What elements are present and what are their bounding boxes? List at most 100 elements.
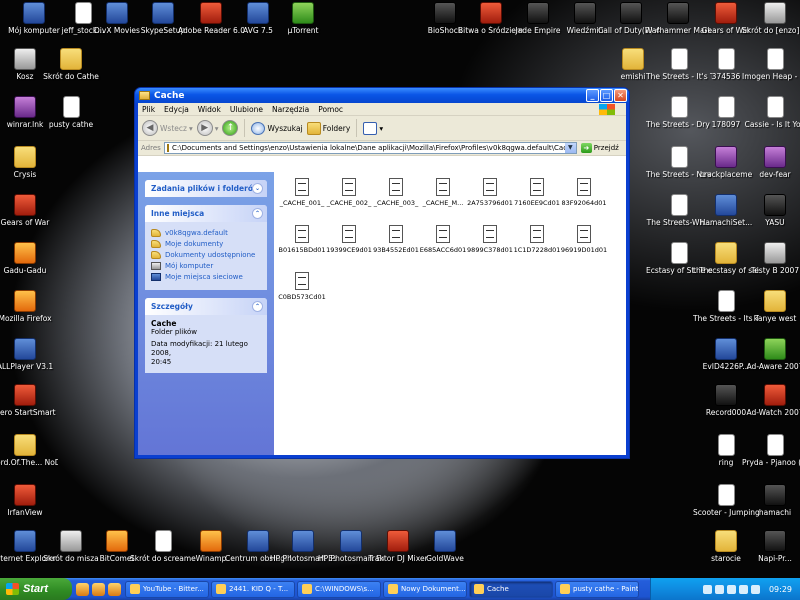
desktop-icon[interactable]: Crysis [0, 146, 58, 179]
desktop-icon[interactable]: Cassie - Is It You [742, 96, 800, 129]
chevron-up-icon[interactable]: ⌃ [252, 208, 263, 219]
app-icon [764, 384, 786, 406]
desktop-icon[interactable]: Imogen Heap - Hide and Se... [742, 48, 800, 81]
file-item[interactable]: _CACHE_001_ [278, 178, 326, 207]
place-link-shared-documents[interactable]: Dokumenty udostępnione [151, 251, 261, 259]
desktop-icon[interactable]: dev-fear [742, 146, 800, 179]
file-list: _CACHE_001_ _CACHE_002_ _CACHE_003_ _CACHE_… [274, 172, 626, 455]
forward-button[interactable]: ▶ ▾ [196, 120, 218, 136]
taskbar-task[interactable]: Nowy Dokument... [383, 580, 467, 598]
taskbar-task[interactable]: YouTube - Bitter... [125, 580, 209, 598]
menu-favorites[interactable]: Ulubione [230, 105, 263, 114]
tray-icon[interactable] [702, 584, 712, 594]
desktop-icon[interactable]: Mozilla Firefox [0, 290, 58, 323]
menu-edit[interactable]: Edycja [164, 105, 189, 114]
start-button[interactable]: Start [0, 578, 72, 600]
place-link-profile[interactable]: v0k8qgwa.default [151, 229, 261, 237]
file-item[interactable]: C0BD573Cd01 [278, 272, 326, 301]
minimize-button[interactable]: _ [586, 89, 599, 102]
file-item[interactable]: _CACHE_M... [419, 178, 467, 207]
window-titlebar[interactable]: Cache _ □ ✕ [135, 88, 629, 103]
tray-icon[interactable] [738, 584, 748, 594]
taskbar-task[interactable]: pusty cathe - Paint [555, 580, 639, 598]
file-item[interactable]: 1C1D7228d01 [513, 225, 561, 254]
maximize-button[interactable]: □ [600, 89, 613, 102]
quick-launch-icon[interactable] [108, 582, 121, 596]
desktop-icon[interactable]: Skrót do Cathe [38, 48, 104, 81]
desktop-icon[interactable]: hamachi [742, 484, 800, 517]
file-icon [436, 178, 450, 196]
search-button[interactable]: Wyszukaj [251, 121, 303, 135]
explorer-window[interactable]: Cache _ □ ✕ Plik Edycja Widok Ulubione N… [134, 87, 630, 459]
place-link-my-computer[interactable]: Mój komputer [151, 262, 261, 270]
task-app-icon [388, 584, 398, 594]
desktop-icon[interactable]: The Streets - Its Too Late... [693, 290, 759, 323]
taskbar-task[interactable]: 2441. KID Q - T... [211, 580, 295, 598]
address-dropdown-icon[interactable]: ▼ [564, 143, 576, 153]
file-item[interactable]: 83F92064d01 [560, 178, 608, 207]
places-panel-header[interactable]: Inne miejsca ⌃ [145, 205, 267, 222]
desktop-icon[interactable]: Napi-Pr... [742, 530, 800, 563]
tasks-panel-header[interactable]: Zadania plików i folderów ⌄ [145, 180, 267, 197]
views-button[interactable]: ▾ [363, 121, 383, 135]
app-icon [434, 2, 456, 24]
close-button[interactable]: ✕ [614, 89, 627, 102]
address-input[interactable]: C:\Documents and Settings\enzo\Ustawieni… [163, 142, 577, 154]
place-link-label: Mój komputer [165, 262, 214, 270]
tray-icon[interactable] [714, 584, 724, 594]
document-icon [670, 194, 688, 216]
network-icon [151, 273, 161, 281]
desktop-icon[interactable]: Ad-Watch 2007 [742, 384, 800, 417]
file-item[interactable]: 7160EE9Cd01 [513, 178, 561, 207]
quick-launch-icon[interactable] [92, 582, 105, 596]
file-item[interactable]: 19399CE9d01 [325, 225, 373, 254]
file-item[interactable]: 93B4552Ed01 [372, 225, 420, 254]
file-item[interactable]: _CACHE_002_ [325, 178, 373, 207]
file-item[interactable]: 9899C378d01 [466, 225, 514, 254]
place-link-network-places[interactable]: Moje miejsca sieciowe [151, 273, 261, 281]
menu-help[interactable]: Pomoc [318, 105, 343, 114]
desktop-icon[interactable]: Gears of War [0, 194, 58, 227]
desktop-icon[interactable]: Gadu-Gadu [0, 242, 58, 275]
desktop-icon[interactable]: YASU [742, 194, 800, 227]
file-item[interactable]: _CACHE_003_ [372, 178, 420, 207]
file-name: _CACHE_002_ [326, 199, 372, 207]
place-link-my-documents[interactable]: Moje dokumenty [151, 240, 261, 248]
explorer-body: Zadania plików i folderów ⌄ Inne miejsca… [138, 172, 626, 455]
menu-tools[interactable]: Narzędzia [272, 105, 309, 114]
folder-icon [151, 240, 161, 248]
desktop-icon[interactable]: IrfanView [0, 484, 58, 517]
desktop-icon[interactable]: Lord.Of.The... NoDVD-Crack [0, 434, 58, 467]
file-item[interactable]: E685ACC6d01 [419, 225, 467, 254]
file-item[interactable]: 2A753796d01 [466, 178, 514, 207]
chevron-down-icon[interactable]: ⌄ [252, 183, 263, 194]
tray-icon[interactable] [726, 584, 736, 594]
taskbar-task[interactable]: C:\WINDOWS\s... [297, 580, 381, 598]
details-panel-header[interactable]: Szczegóły ⌃ [145, 298, 267, 315]
desktop-icon[interactable]: ALLPlayer V3.1 [0, 338, 58, 371]
desktop-icon[interactable]: Skrót do [enzo] (D) [742, 2, 800, 35]
menu-view[interactable]: Widok [198, 105, 221, 114]
tray-icon[interactable] [750, 584, 760, 594]
quick-launch-icon[interactable] [76, 582, 89, 596]
file-item[interactable]: 96919D01d01 [560, 225, 608, 254]
desktop-icon[interactable]: Testy B 2007 [742, 242, 800, 275]
desktop-icon[interactable]: µTorrent [270, 2, 336, 35]
menu-file[interactable]: Plik [142, 105, 155, 114]
up-folder-button[interactable]: ↑ [222, 120, 239, 136]
file-item[interactable]: B01615BDd01 [278, 225, 326, 254]
app-icon [14, 242, 36, 264]
quick-launch [72, 582, 125, 596]
desktop-icon[interactable]: Ad-Aware 2007 [742, 338, 800, 371]
desktop-icon[interactable]: Pryda - Pjanoo (Tibo D Thir... [742, 434, 800, 467]
folders-button[interactable]: Foldery [306, 121, 350, 135]
folder-icon [622, 48, 644, 70]
back-button[interactable]: ◀ Wstecz ▾ [142, 120, 193, 136]
desktop-icon[interactable]: GoldWave [412, 530, 478, 563]
desktop-icon[interactable]: pusty cathe [38, 96, 104, 129]
folder-icon [14, 146, 36, 168]
go-button[interactable]: ➜ Przejdź [580, 143, 619, 153]
chevron-up-icon[interactable]: ⌃ [252, 301, 263, 312]
taskbar-task[interactable]: Cache [469, 580, 553, 598]
desktop-icon[interactable]: Nero StartSmart [0, 384, 58, 417]
